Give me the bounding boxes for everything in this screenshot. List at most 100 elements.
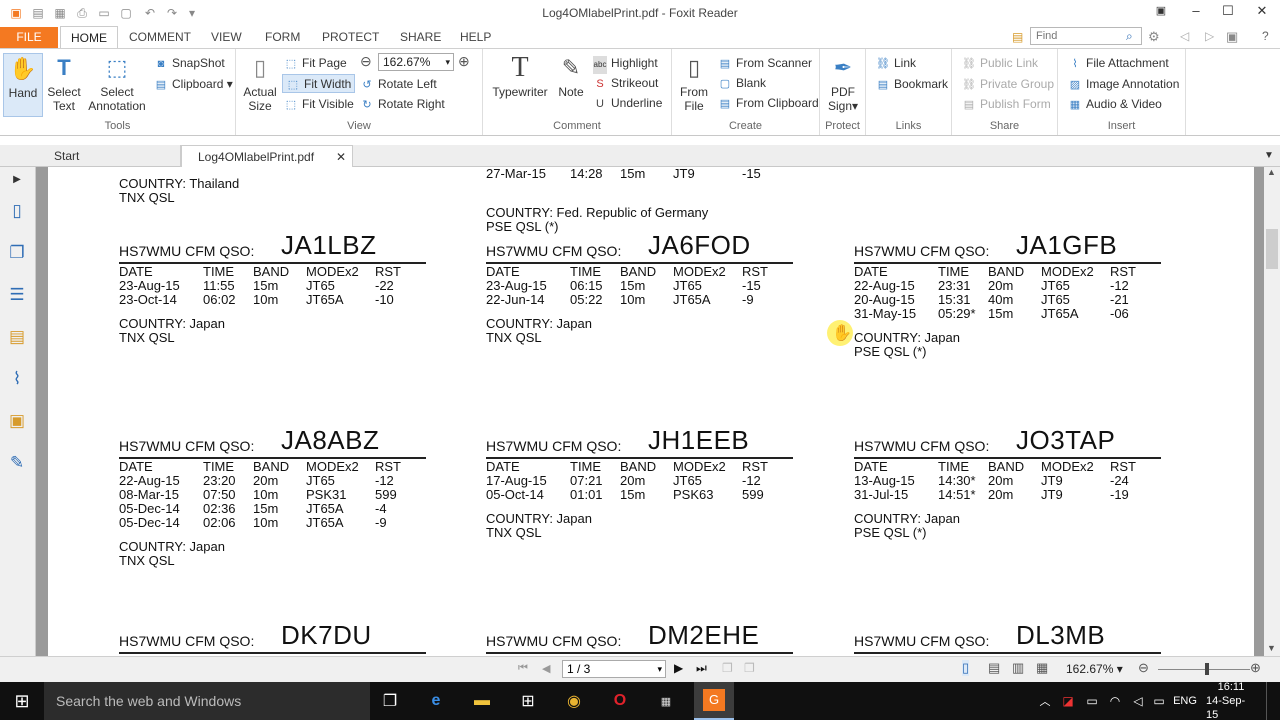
chrome-icon[interactable]: ◉ bbox=[556, 682, 592, 720]
public-link-button[interactable]: ⛓ Public Link bbox=[962, 54, 1038, 72]
action-center-icon[interactable]: ▭ bbox=[1150, 682, 1168, 720]
minimize-button[interactable]: – bbox=[1180, 0, 1212, 22]
rotate-right-button[interactable]: ↻ Rotate Right bbox=[360, 95, 444, 113]
search-icon[interactable]: ⌕ bbox=[1126, 29, 1133, 44]
close-button[interactable]: ✕ bbox=[1246, 0, 1278, 22]
zoom-out-icon[interactable]: ⊖ bbox=[1138, 660, 1149, 676]
facing-icon[interactable]: ▥ bbox=[1012, 660, 1024, 676]
file-explorer-icon[interactable]: ▬ bbox=[464, 682, 500, 720]
continuous-icon[interactable]: ▤ bbox=[988, 660, 1000, 676]
clipboard-button[interactable]: ▤ Clipboard ▾ bbox=[154, 75, 233, 93]
user-icon[interactable]: ▣ bbox=[1226, 29, 1238, 45]
fit-width-button[interactable]: ⬚ Fit Width bbox=[282, 74, 356, 93]
select-text-button[interactable]: T Select Text bbox=[44, 53, 84, 114]
edge-icon[interactable]: e bbox=[418, 682, 454, 720]
snapshot-button[interactable]: ◙ SnapShot bbox=[154, 54, 225, 72]
tab-share[interactable]: SHARE bbox=[400, 30, 441, 44]
tab-comment[interactable]: COMMENT bbox=[129, 30, 191, 44]
bookmark-button[interactable]: ▤ Bookmark bbox=[876, 75, 948, 93]
single-page-icon[interactable]: ▯ bbox=[962, 660, 970, 676]
pdf-sign-button[interactable]: ✒ PDF Sign▾ bbox=[824, 53, 862, 114]
tab-list-icon[interactable]: ▼ bbox=[1264, 145, 1274, 167]
link-button[interactable]: ⛓ Link bbox=[876, 54, 916, 72]
from-scanner-button[interactable]: ▤ From Scanner bbox=[718, 54, 812, 72]
rotate-left-button[interactable]: ↺ Rotate Left bbox=[360, 75, 436, 93]
find-options-icon[interactable]: ▤ bbox=[1012, 30, 1026, 44]
search-box[interactable]: Search the web and Windows bbox=[44, 682, 370, 720]
from-clipboard-button[interactable]: ▤ From Clipboard bbox=[718, 94, 819, 112]
store-icon[interactable]: ⊞ bbox=[510, 682, 546, 720]
fit-visible-button[interactable]: ⬚ Fit Visible bbox=[284, 95, 354, 113]
typewriter-button[interactable]: T Typewriter bbox=[489, 53, 551, 100]
expand-panel-icon[interactable]: ▶ bbox=[6, 169, 28, 191]
continuous-facing-icon[interactable]: ▦ bbox=[1036, 660, 1048, 676]
highlight-button[interactable]: abc Highlight bbox=[593, 54, 658, 74]
audio-video-button[interactable]: ▦ Audio & Video bbox=[1068, 95, 1162, 113]
tab-start[interactable]: Start bbox=[36, 145, 181, 167]
gear-icon[interactable]: ⚙ bbox=[1148, 29, 1160, 45]
zoom-select[interactable]: 162.67% ▾ bbox=[378, 53, 454, 71]
nav-forward-icon[interactable]: ▷ bbox=[1205, 29, 1214, 43]
tab-home[interactable]: HOME bbox=[60, 26, 118, 49]
zoom-level[interactable]: 162.67% ▾ bbox=[1066, 662, 1123, 676]
foxit-taskbar-icon[interactable]: G bbox=[694, 682, 734, 720]
windows-start-icon[interactable]: ⊞ bbox=[0, 682, 44, 720]
next-view-icon[interactable]: ❐ bbox=[744, 661, 755, 675]
language-indicator[interactable]: ENG bbox=[1170, 682, 1200, 720]
actual-size-button[interactable]: ▯ Actual Size bbox=[240, 53, 280, 114]
tab-document[interactable]: Log4OMlabelPrint.pdf ✕ bbox=[181, 145, 353, 167]
network-icon[interactable]: ◠ bbox=[1104, 682, 1126, 720]
log4om-icon[interactable]: ▦ bbox=[648, 682, 684, 720]
pages-icon[interactable]: ❐ bbox=[6, 242, 28, 264]
underline-button[interactable]: U Underline bbox=[593, 94, 662, 112]
zoom-in-icon[interactable]: ⊕ bbox=[1250, 660, 1261, 676]
file-attachment-button[interactable]: ⌇ File Attachment bbox=[1068, 54, 1168, 72]
prev-view-icon[interactable]: ❐ bbox=[722, 661, 733, 675]
document-viewport[interactable]: COUNTRY: Thailand TNX QSL 27-Mar-15 14:2… bbox=[36, 167, 1264, 656]
show-desktop-button[interactable] bbox=[1266, 682, 1272, 720]
note-button[interactable]: ✎ Note bbox=[553, 53, 589, 100]
prev-page-icon[interactable]: ◀ bbox=[542, 662, 550, 675]
first-page-icon[interactable]: ⏮ bbox=[518, 662, 528, 675]
select-annotation-button[interactable]: ⬚ Select Annotation bbox=[86, 53, 148, 114]
zoom-slider-handle[interactable] bbox=[1205, 663, 1209, 675]
fit-page-button[interactable]: ⬚ Fit Page bbox=[284, 54, 347, 72]
image-annotation-button[interactable]: ▨ Image Annotation bbox=[1068, 75, 1180, 93]
help-icon[interactable]: ? bbox=[1262, 29, 1269, 43]
scroll-down-icon[interactable]: ▼ bbox=[1267, 643, 1276, 653]
chevron-up-icon[interactable]: ︿ bbox=[1036, 682, 1054, 720]
task-view-icon[interactable]: ❐ bbox=[372, 682, 408, 720]
volume-icon[interactable]: ◁ bbox=[1128, 682, 1148, 720]
tab-form[interactable]: FORM bbox=[265, 30, 300, 44]
maximize-button[interactable]: ☐ bbox=[1212, 0, 1244, 22]
opera-icon[interactable]: O bbox=[602, 682, 638, 720]
battery-icon[interactable]: ▭ bbox=[1082, 682, 1102, 720]
ribbon-options-icon[interactable]: ▣ bbox=[1145, 0, 1177, 22]
strikeout-button[interactable]: S Strikeout bbox=[593, 74, 658, 92]
page-number-input[interactable]: 1 / 3 ▾ bbox=[562, 660, 666, 678]
hand-button[interactable]: ✋ Hand bbox=[3, 53, 43, 117]
zoom-out-icon[interactable]: ⊖ bbox=[360, 53, 372, 70]
scrollbar-thumb[interactable] bbox=[1266, 229, 1278, 269]
publish-form-button[interactable]: ▤ Publish Form bbox=[962, 95, 1051, 113]
from-file-button[interactable]: ▯ From File bbox=[676, 53, 712, 114]
zoom-in-icon[interactable]: ⊕ bbox=[458, 53, 470, 70]
tab-file[interactable]: FILE bbox=[0, 27, 58, 48]
comments-icon[interactable]: ▤ bbox=[6, 326, 28, 348]
layers-icon[interactable]: ☰ bbox=[6, 284, 28, 306]
scroll-up-icon[interactable]: ▲ bbox=[1267, 167, 1276, 177]
bookmarks-icon[interactable]: ▯ bbox=[6, 200, 28, 222]
tab-view[interactable]: VIEW bbox=[211, 30, 242, 44]
tray-app-icon[interactable]: ◪ bbox=[1058, 682, 1078, 720]
attachments-icon[interactable]: ⌇ bbox=[6, 368, 28, 390]
tab-help[interactable]: HELP bbox=[460, 30, 491, 44]
close-tab-icon[interactable]: ✕ bbox=[336, 146, 346, 168]
tab-protect[interactable]: PROTECT bbox=[322, 30, 379, 44]
last-page-icon[interactable]: ⏭ bbox=[696, 661, 707, 676]
clock[interactable]: 16:11 14-Sep-15 bbox=[1206, 681, 1256, 721]
vertical-scrollbar[interactable]: ▲ ▼ bbox=[1264, 167, 1280, 656]
signatures-icon[interactable]: ✎ bbox=[6, 452, 28, 474]
blank-button[interactable]: ▢ Blank bbox=[718, 74, 766, 92]
next-page-icon[interactable]: ▶ bbox=[674, 661, 683, 675]
zoom-slider[interactable] bbox=[1158, 669, 1250, 670]
